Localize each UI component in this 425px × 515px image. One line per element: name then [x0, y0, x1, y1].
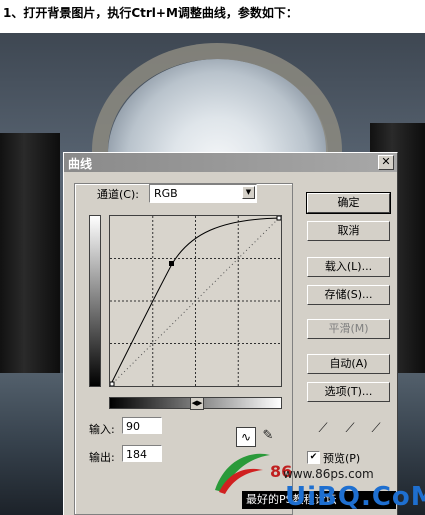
check-icon: ✔ — [309, 452, 318, 462]
pillar-left — [0, 133, 60, 383]
load-button[interactable]: 载入(L)... — [307, 257, 390, 277]
watermark-brand: UiBQ.CoM — [285, 482, 425, 512]
close-icon[interactable]: ✕ — [378, 155, 394, 170]
auto-button[interactable]: 自动(A) — [307, 354, 390, 374]
eyedropper-white-icon[interactable]: ⟋ — [367, 420, 385, 438]
output-label: 输出: — [89, 451, 115, 464]
chevron-down-icon[interactable]: ▼ — [242, 186, 255, 199]
options-button[interactable]: 选项(T)... — [307, 382, 390, 402]
cancel-button[interactable]: 取消 — [307, 221, 390, 241]
instruction-text: 1、打开背景图片，执行Ctrl+M调整曲线，参数如下： — [3, 6, 298, 20]
ok-button[interactable]: 确定 — [306, 192, 391, 214]
input-gradient-bar[interactable]: ◀▶ — [109, 397, 282, 410]
channel-select[interactable]: RGB ▼ — [149, 184, 257, 203]
curve-point-end[interactable] — [276, 216, 281, 221]
dialog-title: 曲线 — [68, 157, 93, 171]
logo-swoosh — [215, 453, 270, 494]
preview-checkbox[interactable]: ✔ — [307, 451, 320, 464]
curve-graph[interactable] — [109, 215, 282, 387]
watermark-site: www.86ps.com — [283, 467, 374, 481]
preview-label: 预览(P) — [323, 452, 361, 465]
output-gradient-bar — [89, 215, 101, 387]
input-label: 输入: — [89, 423, 115, 436]
curve-point-start[interactable] — [110, 381, 115, 386]
dialog-titlebar: 曲线 ✕ — [64, 153, 397, 172]
eyedropper-gray-icon[interactable]: ⟋ — [341, 420, 359, 438]
save-button[interactable]: 存储(S)... — [307, 285, 390, 305]
channel-label: 通道(C): — [97, 188, 139, 201]
eyedropper-black-icon[interactable]: ⟋ — [314, 420, 332, 438]
smooth-button[interactable]: 平滑(M) — [307, 319, 390, 339]
curve-point-selected[interactable] — [169, 261, 174, 266]
curve-svg — [110, 216, 281, 386]
gradient-toggle-icon[interactable]: ◀▶ — [190, 397, 204, 410]
input-field[interactable]: 90 — [122, 417, 162, 434]
channel-value: RGB — [154, 187, 178, 200]
output-field[interactable]: 184 — [122, 445, 162, 462]
